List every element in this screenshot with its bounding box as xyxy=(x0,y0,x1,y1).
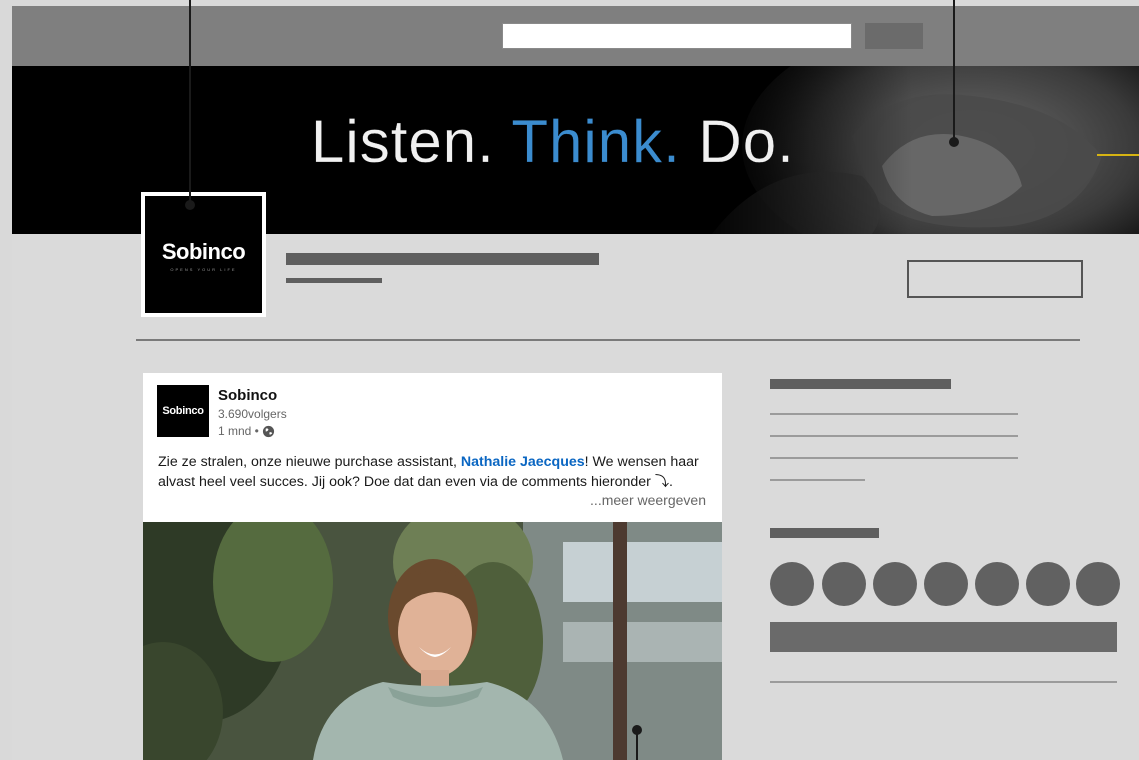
sidebar-text-line xyxy=(770,435,1018,437)
see-all-employees-button[interactable] xyxy=(770,622,1117,652)
sidebar-divider xyxy=(770,681,1117,683)
top-navigation-bar xyxy=(12,6,1139,68)
sidebar-text-line xyxy=(770,479,865,481)
callout-line-post xyxy=(636,730,638,760)
sidebar-text-line xyxy=(770,457,1018,459)
search-input[interactable] xyxy=(502,23,852,49)
slogan-listen: Listen. xyxy=(311,108,512,175)
globe-icon xyxy=(262,425,274,437)
employee-avatar[interactable] xyxy=(1076,562,1120,606)
logo-mark: Sobinco OPENS YOUR LIFE xyxy=(145,196,262,313)
sidebar-text-line xyxy=(770,413,1018,415)
sidebar-heading-placeholder xyxy=(770,379,951,389)
sidebar-subheading-placeholder xyxy=(770,528,879,538)
company-logo[interactable]: Sobinco OPENS YOUR LIFE xyxy=(141,192,266,317)
see-more-link[interactable]: ...meer weergeven xyxy=(590,492,706,508)
slogan-do: Do. xyxy=(680,108,795,175)
logo-wordmark: Sobinco xyxy=(161,239,246,264)
employee-avatar[interactable] xyxy=(975,562,1019,606)
slogan-think: Think. xyxy=(511,108,681,175)
post-time: 1 mnd • xyxy=(218,424,259,438)
mention-link[interactable]: Nathalie Jaecques xyxy=(461,454,585,470)
post-author-avatar[interactable]: Sobinco xyxy=(157,385,209,437)
employee-avatar[interactable] xyxy=(822,562,866,606)
employee-avatar[interactable] xyxy=(873,562,917,606)
company-subtitle-placeholder xyxy=(286,278,382,283)
callout-dot-banner xyxy=(949,137,959,147)
post-meta: 1 mnd • xyxy=(218,424,275,438)
company-name-placeholder xyxy=(286,253,599,265)
post-author-name[interactable]: Sobinco xyxy=(218,387,277,404)
follow-button[interactable] xyxy=(907,260,1083,298)
callout-marker xyxy=(1097,154,1139,156)
callout-line-logo xyxy=(189,0,191,204)
employee-avatar[interactable] xyxy=(1026,562,1070,606)
post-follower-count: 3.690volgers xyxy=(218,407,287,421)
search-button[interactable] xyxy=(865,23,923,49)
employee-avatar[interactable] xyxy=(770,562,814,606)
callout-line-banner xyxy=(953,0,955,140)
banner-slogan: Listen. Think. Do. xyxy=(311,111,795,172)
header-divider xyxy=(136,339,1080,341)
logo-tagline: OPENS YOUR LIFE xyxy=(170,267,237,272)
employee-avatar[interactable] xyxy=(924,562,968,606)
company-post: Sobinco Sobinco 3.690volgers 1 mnd • Zie… xyxy=(143,373,722,760)
post-text: Zie ze stralen, onze nieuwe purchase ass… xyxy=(158,452,708,492)
post-text-part1: Zie ze stralen, onze nieuwe purchase ass… xyxy=(158,454,461,470)
callout-dot-logo xyxy=(185,200,195,210)
